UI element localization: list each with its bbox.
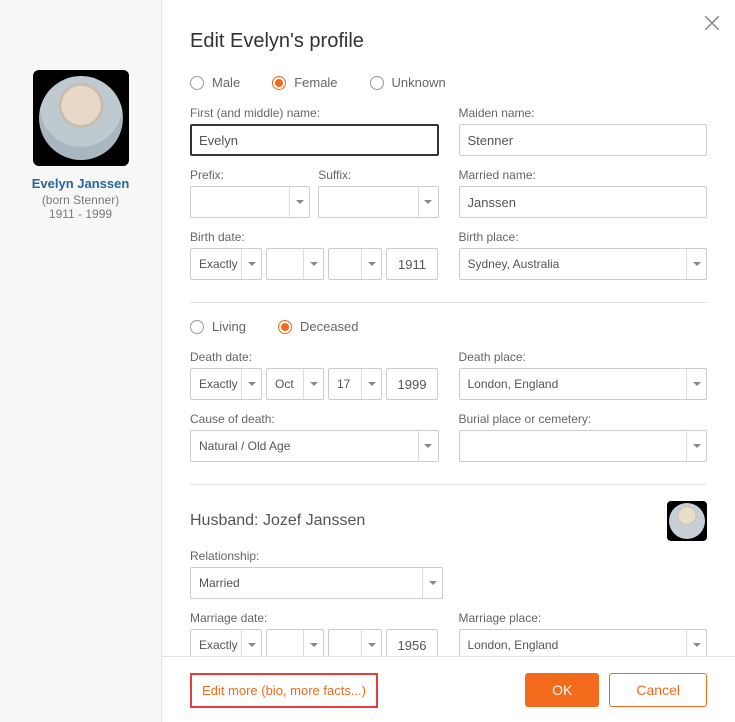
chevron-down-icon	[422, 568, 442, 598]
chevron-down-icon	[686, 630, 706, 656]
chevron-down-icon	[418, 431, 438, 461]
radio-icon	[190, 76, 204, 90]
death-precision-select[interactable]: Exactly	[190, 368, 262, 400]
married-name-label: Married name:	[459, 168, 708, 182]
relationship-label: Relationship:	[190, 549, 443, 563]
birth-year-input[interactable]	[386, 248, 438, 280]
radio-icon	[278, 320, 292, 334]
death-day-select[interactable]: 17	[328, 368, 382, 400]
radio-label: Living	[212, 319, 246, 334]
divider	[190, 484, 707, 485]
chevron-down-icon	[241, 369, 261, 399]
sidebar-name: Evelyn Janssen	[0, 176, 161, 191]
radio-icon	[190, 320, 204, 334]
avatar-photo	[669, 503, 705, 539]
birth-precision-select[interactable]: Exactly	[190, 248, 262, 280]
divider	[190, 302, 707, 303]
chevron-down-icon	[289, 187, 309, 217]
chevron-down-icon	[361, 249, 381, 279]
birth-day-select[interactable]	[328, 248, 382, 280]
cause-select[interactable]: Natural / Old Age	[190, 430, 439, 462]
death-place-label: Death place:	[459, 350, 708, 364]
radio-label: Unknown	[392, 75, 446, 90]
chevron-down-icon	[686, 249, 706, 279]
marriage-place-label: Marriage place:	[459, 611, 708, 625]
marriage-precision-select[interactable]: Exactly	[190, 629, 262, 656]
maiden-name-label: Maiden name:	[459, 106, 708, 120]
spouse-heading: Husband: Jozef Janssen	[190, 512, 365, 530]
chevron-down-icon	[303, 369, 323, 399]
marriage-month-select[interactable]	[266, 629, 324, 656]
maiden-name-input[interactable]	[459, 124, 708, 156]
marriage-place-input[interactable]: London, England	[459, 629, 708, 656]
birth-place-input[interactable]: Sydney, Australia	[459, 248, 708, 280]
death-date-label: Death date:	[190, 350, 439, 364]
cancel-button[interactable]: Cancel	[609, 673, 707, 707]
chevron-down-icon	[686, 431, 706, 461]
married-name-input[interactable]	[459, 186, 708, 218]
suffix-select[interactable]	[318, 186, 438, 218]
burial-label: Burial place or cemetery:	[459, 412, 708, 426]
gender-radio-group: Male Female Unknown	[190, 75, 707, 90]
ok-button[interactable]: OK	[525, 673, 599, 707]
chevron-down-icon	[241, 630, 261, 656]
chevron-down-icon	[361, 369, 381, 399]
gender-unknown[interactable]: Unknown	[370, 75, 446, 90]
death-month-select[interactable]: Oct	[266, 368, 324, 400]
radio-label: Female	[294, 75, 337, 90]
page-title: Edit Evelyn's profile	[190, 30, 707, 53]
birth-place-label: Birth place:	[459, 230, 708, 244]
sidebar-years: 1911 - 1999	[0, 207, 161, 221]
chevron-down-icon	[361, 630, 381, 656]
spouse-avatar[interactable]	[667, 501, 707, 541]
relationship-select[interactable]: Married	[190, 567, 443, 599]
profile-sidebar: Evelyn Janssen (born Stenner) 1911 - 199…	[0, 0, 162, 722]
birth-date-label: Birth date:	[190, 230, 439, 244]
death-year-input[interactable]	[386, 368, 438, 400]
profile-avatar[interactable]	[33, 70, 129, 166]
close-icon[interactable]	[703, 14, 721, 32]
status-living[interactable]: Living	[190, 319, 246, 334]
suffix-label: Suffix:	[318, 168, 438, 182]
sidebar-born: (born Stenner)	[0, 193, 161, 207]
cause-label: Cause of death:	[190, 412, 439, 426]
gender-female[interactable]: Female	[272, 75, 337, 90]
avatar-photo	[39, 76, 123, 160]
radio-label: Deceased	[300, 319, 359, 334]
radio-icon	[272, 76, 286, 90]
burial-input[interactable]	[459, 430, 708, 462]
deceased-ribbon-icon	[109, 70, 129, 90]
living-status-group: Living Deceased	[190, 319, 707, 334]
radio-icon	[370, 76, 384, 90]
gender-male[interactable]: Male	[190, 75, 240, 90]
birth-month-select[interactable]	[266, 248, 324, 280]
edit-more-link[interactable]: Edit more (bio, more facts...)	[190, 673, 378, 708]
prefix-select[interactable]	[190, 186, 310, 218]
first-name-label: First (and middle) name:	[190, 106, 439, 120]
first-name-input[interactable]	[190, 124, 439, 156]
status-deceased[interactable]: Deceased	[278, 319, 359, 334]
marriage-date-label: Marriage date:	[190, 611, 439, 625]
chevron-down-icon	[303, 249, 323, 279]
chevron-down-icon	[686, 369, 706, 399]
marriage-day-select[interactable]	[328, 629, 382, 656]
prefix-label: Prefix:	[190, 168, 310, 182]
marriage-year-input[interactable]	[386, 629, 438, 656]
chevron-down-icon	[418, 187, 438, 217]
death-place-input[interactable]: London, England	[459, 368, 708, 400]
chevron-down-icon	[241, 249, 261, 279]
chevron-down-icon	[303, 630, 323, 656]
radio-label: Male	[212, 75, 240, 90]
